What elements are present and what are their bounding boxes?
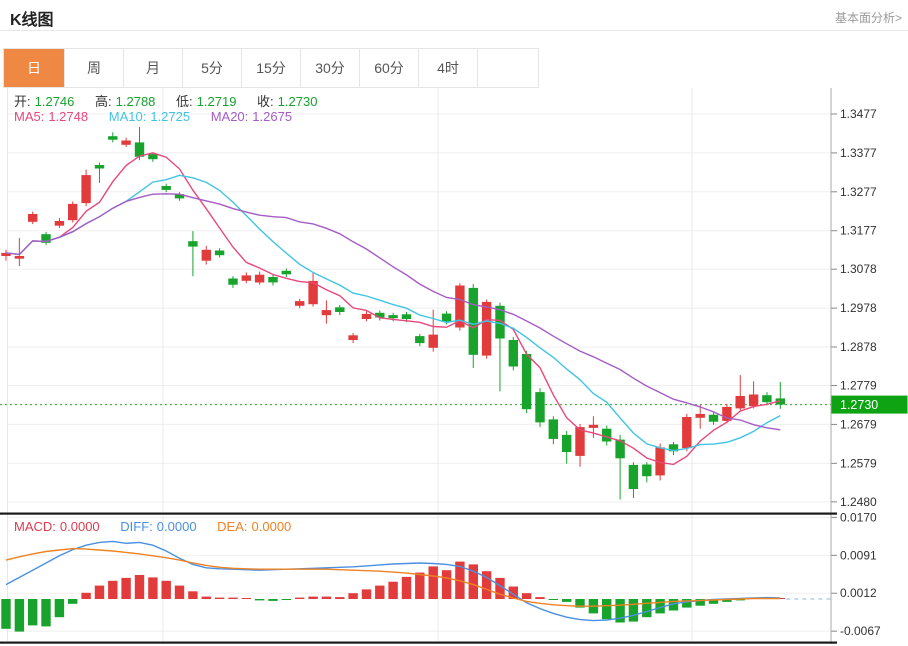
open-value: 1.2746: [35, 94, 75, 109]
svg-text:1.2480: 1.2480: [840, 495, 877, 509]
tab-week[interactable]: 周: [65, 49, 124, 87]
header: K线图 基本面分析>: [0, 0, 908, 31]
ma20-label: MA20:: [211, 109, 249, 124]
fundamental-analysis-link[interactable]: 基本面分析>: [835, 9, 902, 26]
ohlc-legend: 开: 1.2746 高: 1.2788 低: 1.2719 收: 1.2730: [14, 91, 321, 110]
kline-macd-canvas[interactable]: 1.3477 1.3377 1.3277 1.3177 1.3078 1.2978 1.28…: [0, 88, 908, 646]
svg-text:1.2978: 1.2978: [840, 301, 877, 315]
svg-text:0.0012: 0.0012: [840, 586, 877, 600]
page-title: K线图: [10, 6, 54, 30]
macd-value: 0.0000: [60, 519, 100, 534]
kline-page: { "header": { "title": "K线图", "link": "基…: [0, 0, 908, 646]
tab-filler: [478, 49, 538, 87]
tab-month[interactable]: 月: [124, 49, 183, 87]
diff-value: 0.0000: [157, 519, 197, 534]
ma5-label: MA5:: [14, 109, 44, 124]
svg-text:-0.0067: -0.0067: [840, 624, 881, 638]
svg-text:1.3277: 1.3277: [840, 185, 877, 199]
svg-text:0.0170: 0.0170: [840, 510, 877, 524]
tab-60min[interactable]: 60分: [360, 49, 419, 87]
low-label: 低:: [176, 94, 193, 109]
high-label: 高:: [95, 94, 112, 109]
svg-text:1.3177: 1.3177: [840, 224, 877, 238]
macd-label: MACD:: [14, 519, 56, 534]
close-value: 1.2730: [278, 94, 318, 109]
dea-label: DEA:: [217, 519, 247, 534]
low-value: 1.2719: [197, 94, 237, 109]
timeframe-tab-bar: 日 周 月 5分 15分 30分 60分 4时: [3, 48, 539, 88]
svg-text:1.3377: 1.3377: [840, 146, 877, 160]
close-label: 收:: [257, 94, 274, 109]
ma5-value: 1.2748: [48, 109, 88, 124]
dea-value: 0.0000: [252, 519, 292, 534]
svg-text:1.2779: 1.2779: [840, 379, 877, 393]
kline-chart-area[interactable]: 1.3477 1.3377 1.3277 1.3177 1.3078 1.2978 1.28…: [0, 88, 908, 646]
ma10-value: 1.2725: [150, 109, 190, 124]
tab-30min[interactable]: 30分: [301, 49, 360, 87]
ma10-label: MA10:: [109, 109, 147, 124]
ma20-value: 1.2675: [252, 109, 292, 124]
svg-text:1.2579: 1.2579: [840, 456, 877, 470]
svg-text:1.3078: 1.3078: [840, 262, 877, 276]
ma-legend: MA5: 1.2748 MA10:1.2725 MA20:1.2675: [14, 109, 296, 124]
svg-text:1.2878: 1.2878: [840, 340, 877, 354]
tab-4hour[interactable]: 4时: [419, 49, 478, 87]
tab-15min[interactable]: 15分: [242, 49, 301, 87]
svg-text:1.2730: 1.2730: [840, 398, 878, 412]
diff-label: DIFF:: [120, 519, 153, 534]
open-label: 开:: [14, 94, 31, 109]
tab-5min[interactable]: 5分: [183, 49, 242, 87]
svg-text:1.2679: 1.2679: [840, 417, 877, 431]
high-value: 1.2788: [116, 94, 156, 109]
svg-text:1.3477: 1.3477: [840, 107, 877, 121]
tab-day[interactable]: 日: [4, 49, 65, 87]
macd-legend: MACD: 0.0000 DIFF: 0.0000 DEA: 0.0000: [14, 519, 295, 534]
svg-text:0.0091: 0.0091: [840, 548, 877, 562]
